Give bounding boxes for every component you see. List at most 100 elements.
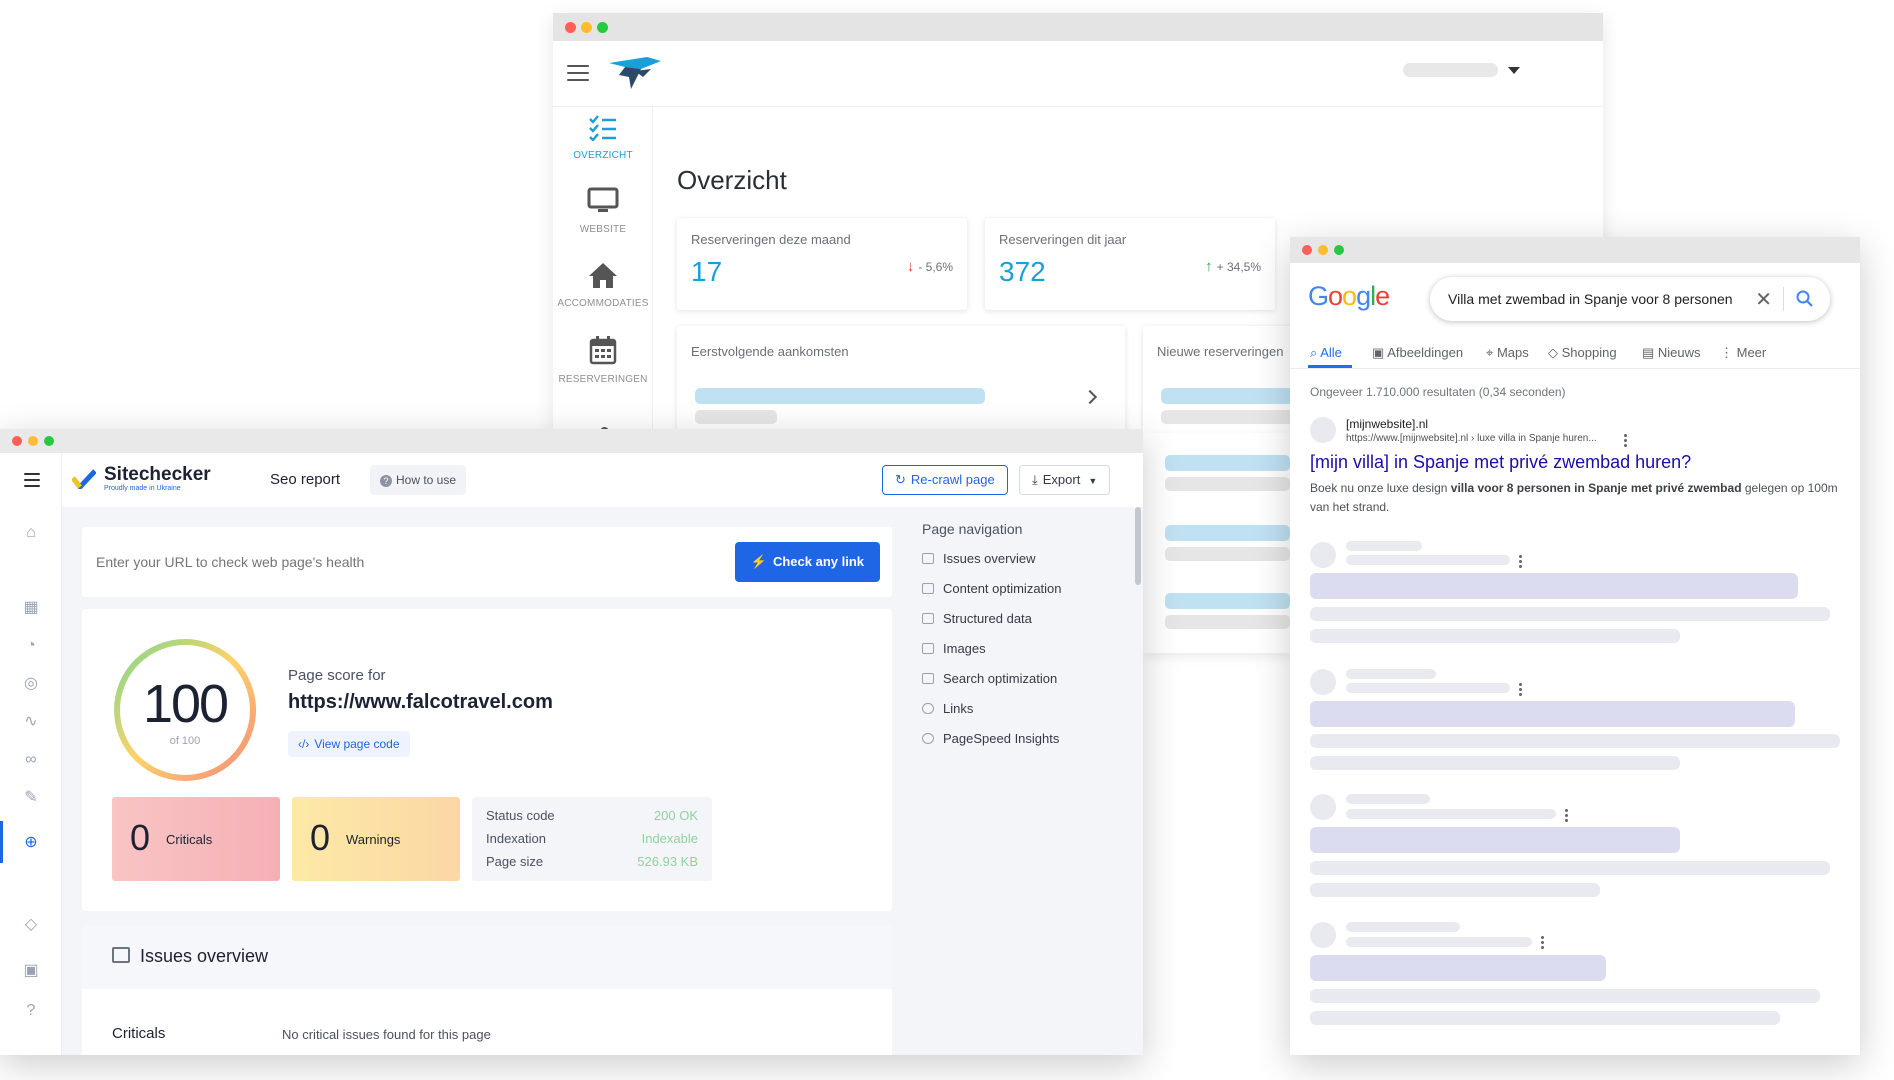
issues-title: Issues overview [140, 946, 269, 966]
sitechecker-titlebar [0, 429, 1143, 453]
more-icon[interactable] [1519, 555, 1522, 570]
tabs-divider [1290, 368, 1860, 369]
tab-maps[interactable]: ⌖ Maps [1486, 345, 1529, 361]
score-for-label: Page score for [288, 667, 386, 684]
news-icon: ▤ [1642, 345, 1658, 360]
maximize-dot[interactable] [44, 436, 54, 446]
image-icon: ▣ [1372, 345, 1388, 360]
table-icon[interactable]: ▦ [21, 598, 41, 618]
maximize-dot[interactable] [1334, 245, 1344, 255]
nav-item-icon [922, 583, 934, 594]
google-logo[interactable]: Google [1308, 281, 1390, 312]
export-button[interactable]: ⤓ Export ▼ [1019, 465, 1111, 495]
search-icon: ⌕ [1310, 345, 1321, 360]
google-titlebar [1290, 237, 1860, 263]
panel-title: Eerstvolgende aankomsten [691, 344, 849, 359]
chevron-right-icon[interactable] [1082, 389, 1098, 405]
page-nav-item[interactable]: Search optimization [922, 671, 1057, 686]
page-nav-item[interactable]: Issues overview [922, 551, 1035, 566]
more-icon[interactable] [1519, 683, 1522, 698]
recrawl-button[interactable]: ↻ Re-crawl page [882, 465, 1008, 495]
result-site: [mijnwebsite].nl [1346, 417, 1429, 431]
skeleton-bar [695, 410, 777, 424]
more-icon[interactable] [1624, 434, 1627, 449]
magic-wand-icon[interactable]: ✎ [21, 788, 41, 808]
page-nav-item[interactable]: Images [922, 641, 986, 656]
more-icon[interactable] [1541, 936, 1544, 951]
arrivals-panel: Eerstvolgende aankomsten [677, 326, 1125, 433]
page-nav-item[interactable]: Content optimization [922, 581, 1062, 596]
search-icon[interactable] [1796, 290, 1814, 308]
link-icon[interactable]: ∞ [21, 750, 41, 770]
score-panel: 100 of 100 Page score for https://www.fa… [82, 609, 892, 911]
trend-icon[interactable]: ∿ [21, 712, 41, 732]
nav-item-icon [922, 703, 934, 714]
warnings-box[interactable]: 0 Warnings [292, 797, 460, 881]
view-code-button[interactable]: ‹/› View page code [288, 731, 410, 757]
tab-alle[interactable]: ⌕ Alle [1310, 345, 1342, 361]
menu-icon[interactable] [567, 65, 589, 81]
help-icon: ? [380, 475, 392, 487]
lightning-icon: ⚡ [750, 554, 767, 569]
divider [1783, 287, 1784, 311]
close-dot[interactable] [12, 436, 22, 446]
add-circle-icon[interactable]: ⊕ [21, 833, 41, 853]
account-placeholder[interactable] [1403, 63, 1498, 77]
sitechecker-window: ⌂ ▦ ◔ ◎ ∿ ∞ ✎ ⊕ ◇ ▣ ? Sitechecker Proudl… [0, 429, 1143, 1055]
favicon [1310, 417, 1336, 443]
diamond-icon[interactable]: ◇ [21, 915, 41, 935]
stat-card-year: Reserveringen dit jaar 372 ↑ + 34,5% [985, 218, 1275, 310]
nav-overzicht[interactable]: OVERZICHT [553, 115, 653, 161]
result-title[interactable]: [mijn villa] in Spanje met privé zwembad… [1310, 452, 1691, 473]
check-link-button[interactable]: ⚡ Check any link [734, 542, 880, 582]
chevron-down-icon[interactable] [1508, 67, 1520, 74]
menu-icon[interactable] [24, 473, 40, 487]
minimize-dot[interactable] [581, 22, 592, 33]
nav-reserveringen[interactable]: RESERVERINGEN [553, 335, 653, 385]
nav-label: WEBSITE [579, 224, 627, 235]
stat-value: 372 [999, 256, 1046, 287]
page-nav-item[interactable]: Structured data [922, 611, 1032, 626]
minimize-dot[interactable] [1318, 245, 1328, 255]
stat-change: ↑ + 34,5% [1205, 258, 1261, 275]
arrow-up-icon: ↑ [1205, 258, 1213, 275]
speedometer-icon[interactable]: ◔ [21, 636, 41, 656]
target-icon[interactable]: ◎ [21, 674, 41, 694]
close-dot[interactable] [1302, 245, 1312, 255]
search-box[interactable]: Villa met zwembad in Spanje voor 8 perso… [1430, 277, 1830, 321]
minimize-dot[interactable] [28, 436, 38, 446]
nav-website[interactable]: WEBSITE [553, 187, 653, 235]
nav-item-icon [922, 643, 934, 654]
result-snippet: Boek nu onze luxe design villa voor 8 pe… [1310, 481, 1838, 514]
page-title: Overzicht [677, 165, 787, 195]
more-vertical-icon: ⋮ [1720, 345, 1737, 360]
nav-accommodaties[interactable]: ACCOMMODATIES [553, 261, 653, 309]
close-dot[interactable] [565, 22, 576, 33]
warnings-label: Warnings [346, 832, 401, 847]
sitechecker-sidebar: ⌂ ▦ ◔ ◎ ∿ ∞ ✎ ⊕ ◇ ▣ ? [0, 453, 62, 1055]
stat-change: ↓ - 5,6% [906, 258, 953, 275]
maximize-dot[interactable] [597, 22, 608, 33]
page-nav-item[interactable]: PageSpeed Insights [922, 731, 1059, 746]
dashboard-header [553, 41, 1603, 107]
code-icon: ‹/› [298, 737, 310, 751]
page-url[interactable]: https://www.falcotravel.com [288, 691, 553, 714]
tab-nieuws[interactable]: ▤ Nieuws [1642, 345, 1701, 361]
help-icon[interactable]: ? [21, 1001, 41, 1021]
tab-shopping[interactable]: ◇ Shopping [1548, 345, 1617, 361]
checklist-icon [589, 115, 616, 142]
tab-afbeeldingen[interactable]: ▣ Afbeeldingen [1372, 345, 1463, 361]
brand-name: Sitechecker [104, 464, 211, 485]
home-icon[interactable]: ⌂ [21, 523, 41, 543]
how-to-use-button[interactable]: ? How to use [370, 465, 467, 495]
url-input[interactable] [96, 545, 596, 579]
wallet-icon[interactable]: ▣ [21, 961, 41, 981]
page-nav-item[interactable]: Links [922, 701, 973, 716]
criticals-box[interactable]: 0 Criticals [112, 797, 280, 881]
scrollbar[interactable] [1135, 507, 1141, 585]
nav-label: OVERZICHT [573, 150, 633, 161]
refresh-icon: ↻ [895, 472, 906, 487]
clear-icon[interactable]: ✕ [1755, 287, 1772, 312]
more-icon[interactable] [1565, 809, 1568, 824]
tab-meer[interactable]: ⋮ Meer [1720, 345, 1766, 361]
